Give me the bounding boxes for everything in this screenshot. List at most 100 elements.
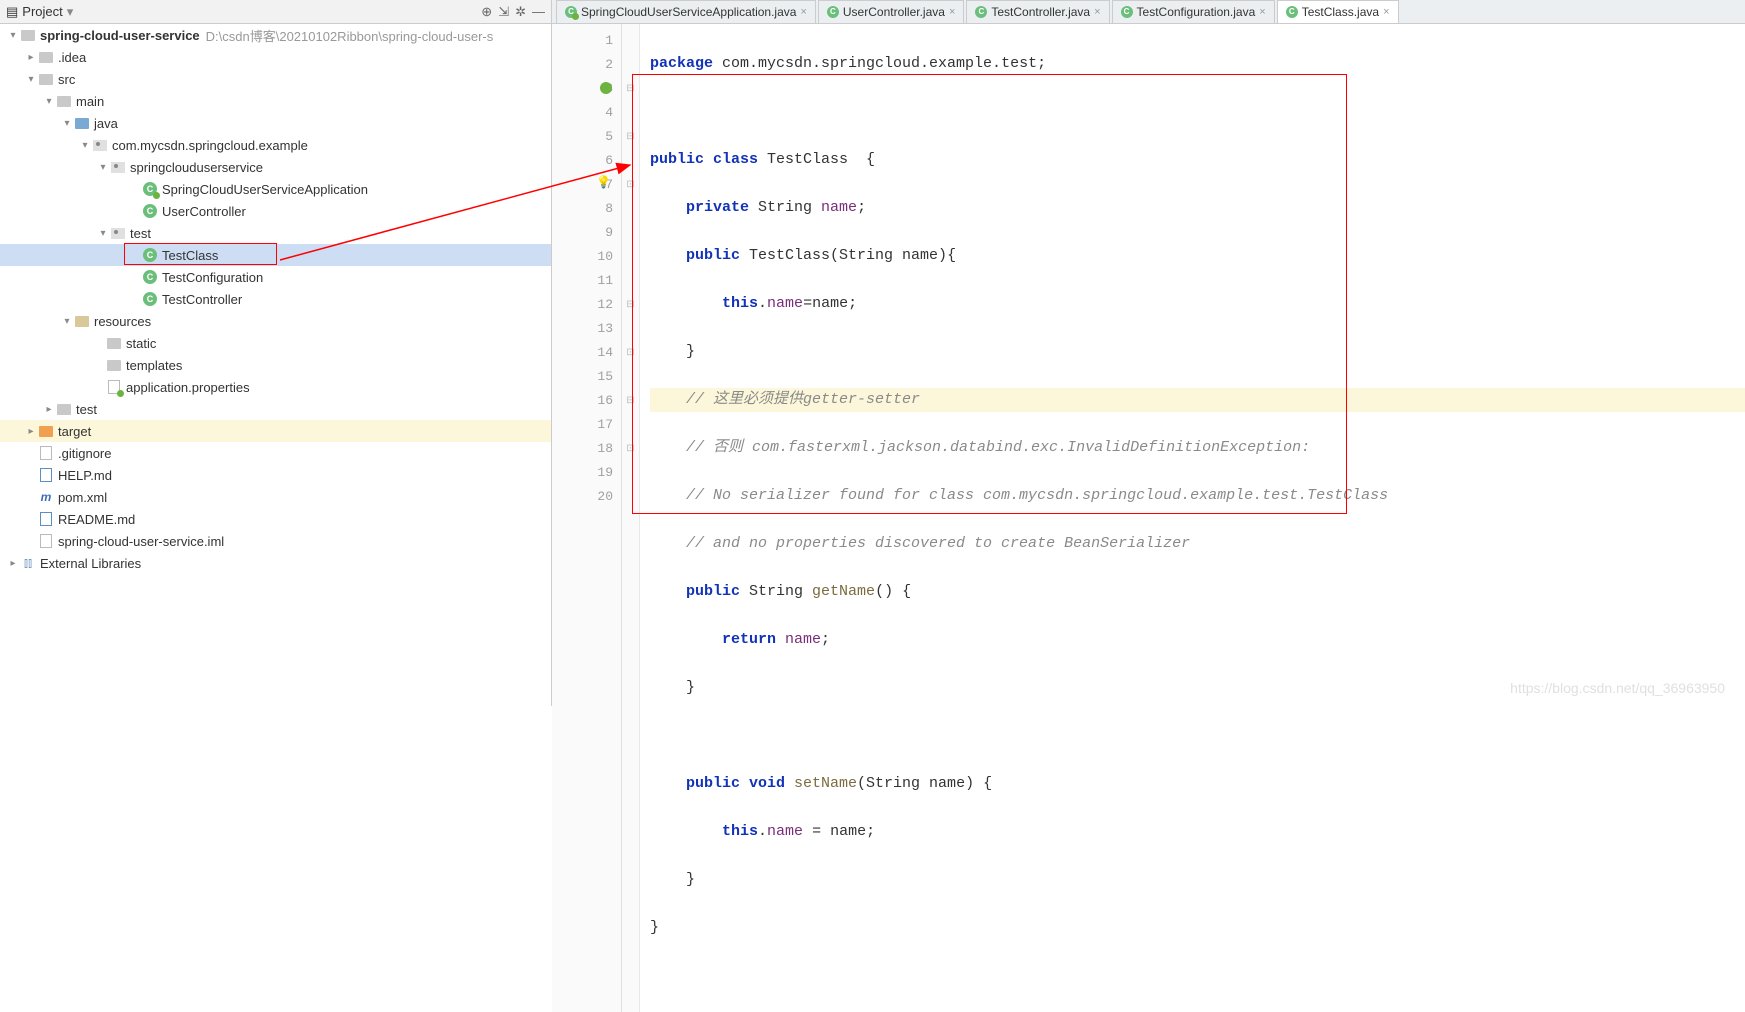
close-icon[interactable]: × <box>1383 6 1389 18</box>
fold-icon[interactable]: ⊟ <box>622 388 639 412</box>
tab-label: UserController.java <box>843 5 945 19</box>
gear-icon[interactable]: ✲ <box>515 4 526 20</box>
kw: return <box>650 631 785 648</box>
project-panel-title: Project <box>22 4 62 19</box>
expand-icon[interactable]: ▸ <box>6 558 20 569</box>
kw: public <box>650 247 749 264</box>
tree-src[interactable]: ▾ src <box>0 68 551 90</box>
tree-target[interactable]: ▸ target <box>0 420 551 442</box>
code-text: TestClass { <box>767 151 875 168</box>
tree-test-dir[interactable]: ▸ test <box>0 398 551 420</box>
tree-java[interactable]: ▾ java <box>0 112 551 134</box>
tree-label: TestConfiguration <box>162 270 263 285</box>
tab-testcfg[interactable]: CTestConfiguration.java× <box>1112 0 1275 23</box>
ide-root: ▤ Project ▾ ⊕ ⇲ ✲ — ▾ spring-cloud-user-… <box>0 0 1745 706</box>
tree-iml[interactable]: spring-cloud-user-service.iml <box>0 530 551 552</box>
tree-test-cfg[interactable]: ▸ C TestConfiguration <box>0 266 551 288</box>
code-text: (String name) { <box>857 775 992 792</box>
line-num: 12 <box>597 297 613 312</box>
tree-path: D:\csdn博客\20210102Ribbon\spring-cloud-us… <box>206 26 494 45</box>
close-icon[interactable]: × <box>1094 6 1100 18</box>
tree-main[interactable]: ▾ main <box>0 90 551 112</box>
tab-testclass[interactable]: CTestClass.java× <box>1277 0 1399 23</box>
tree-resources[interactable]: ▾ resources <box>0 310 551 332</box>
fold-icon[interactable]: ⊟ <box>622 76 639 100</box>
collapse-icon[interactable]: ⇲ <box>498 4 509 20</box>
locate-icon[interactable]: ⊕ <box>481 4 492 20</box>
line-num: 9 <box>605 225 613 240</box>
tree-user-ctrl[interactable]: ▸ C UserController <box>0 200 551 222</box>
tree-ext-libs[interactable]: ▸ ⫾⫾ External Libraries <box>0 552 551 574</box>
tree-templates[interactable]: ▸ templates <box>0 354 551 376</box>
tree-static[interactable]: ▸ static <box>0 332 551 354</box>
tree-gitignore[interactable]: .gitignore <box>0 442 551 464</box>
tree-label: resources <box>94 314 151 329</box>
spring-bean-icon[interactable] <box>600 82 612 94</box>
editor-body: 1 2 3 4 5 6 7💡 8 9 10 11 12 13 14 15 16 … <box>552 24 1745 1012</box>
tree-pkg[interactable]: ▾ com.mycsdn.springcloud.example <box>0 134 551 156</box>
tab-app[interactable]: CSpringCloudUserServiceApplication.java× <box>556 0 816 23</box>
expand-icon[interactable]: ▾ <box>60 118 74 129</box>
fold-icon[interactable]: ⊟ <box>622 292 639 316</box>
code-text: } <box>650 871 695 888</box>
tree-label: target <box>58 424 91 439</box>
code-text: TestClass(String name){ <box>749 247 956 264</box>
expand-icon[interactable]: ▾ <box>96 162 110 173</box>
expand-icon[interactable]: ▾ <box>6 30 20 41</box>
expand-icon[interactable]: ▾ <box>42 96 56 107</box>
project-tree[interactable]: ▾ spring-cloud-user-service D:\csdn博客\20… <box>0 24 551 706</box>
tree-pom[interactable]: m pom.xml <box>0 486 551 508</box>
tree-app-class[interactable]: ▸ C SpringCloudUserServiceApplication <box>0 178 551 200</box>
field: name <box>767 823 803 840</box>
line-num: 6 <box>605 153 613 168</box>
tree-test-pkg[interactable]: ▾ test <box>0 222 551 244</box>
expand-icon[interactable]: ▾ <box>96 228 110 239</box>
expand-icon[interactable]: ▸ <box>42 404 56 415</box>
expand-icon[interactable]: ▸ <box>24 426 38 437</box>
tree-test-class[interactable]: ▸ C TestClass <box>0 244 551 266</box>
tree-idea[interactable]: ▸ .idea <box>0 46 551 68</box>
code-text: = name; <box>803 823 875 840</box>
tree-label: java <box>94 116 118 131</box>
method: getName <box>812 583 875 600</box>
tab-testctrl[interactable]: CTestController.java× <box>966 0 1109 23</box>
fold-icon[interactable]: ⊟ <box>622 124 639 148</box>
project-panel-header: ▤ Project ▾ ⊕ ⇲ ✲ — <box>0 0 551 24</box>
close-icon[interactable]: × <box>1259 6 1265 18</box>
line-num: 8 <box>605 201 613 216</box>
code-text: =name; <box>803 295 857 312</box>
fold-icon[interactable]: ⊡ <box>622 436 639 460</box>
tab-userctrl[interactable]: CUserController.java× <box>818 0 964 23</box>
hide-icon[interactable]: — <box>532 4 545 19</box>
kw: public <box>650 583 749 600</box>
code-text: String <box>749 583 812 600</box>
fold-icon[interactable]: ⊡ <box>622 172 639 196</box>
line-num: 19 <box>597 465 613 480</box>
line-gutter: 1 2 3 4 5 6 7💡 8 9 10 11 12 13 14 15 16 … <box>552 24 622 1012</box>
expand-icon[interactable]: ▾ <box>60 316 74 327</box>
project-panel-title-area[interactable]: ▤ Project ▾ <box>6 4 481 20</box>
tree-test-ctrl[interactable]: ▸ C TestController <box>0 288 551 310</box>
tree-label: pom.xml <box>58 490 107 505</box>
close-icon[interactable]: × <box>949 6 955 18</box>
code-text: . <box>758 295 767 312</box>
expand-icon[interactable]: ▾ <box>24 74 38 85</box>
line-num: 10 <box>597 249 613 264</box>
tree-root[interactable]: ▾ spring-cloud-user-service D:\csdn博客\20… <box>0 24 551 46</box>
intention-bulb-icon[interactable]: 💡 <box>596 175 611 190</box>
expand-icon[interactable]: ▸ <box>24 52 38 63</box>
tree-help[interactable]: HELP.md <box>0 464 551 486</box>
tree-readme[interactable]: README.md <box>0 508 551 530</box>
dropdown-icon[interactable]: ▾ <box>67 4 74 20</box>
tree-label: application.properties <box>126 380 250 395</box>
fold-icon[interactable]: ⊡ <box>622 340 639 364</box>
tab-label: TestController.java <box>991 5 1090 19</box>
code-editor[interactable]: package com.mycsdn.springcloud.example.t… <box>640 24 1745 1012</box>
tree-label: templates <box>126 358 182 373</box>
close-icon[interactable]: × <box>800 6 806 18</box>
tree-svc-pkg[interactable]: ▾ springclouduserservice <box>0 156 551 178</box>
editor-tabs: CSpringCloudUserServiceApplication.java×… <box>552 0 1745 24</box>
tree-app-props[interactable]: ▸ application.properties <box>0 376 551 398</box>
expand-icon[interactable]: ▾ <box>78 140 92 151</box>
code-text: } <box>650 679 695 696</box>
